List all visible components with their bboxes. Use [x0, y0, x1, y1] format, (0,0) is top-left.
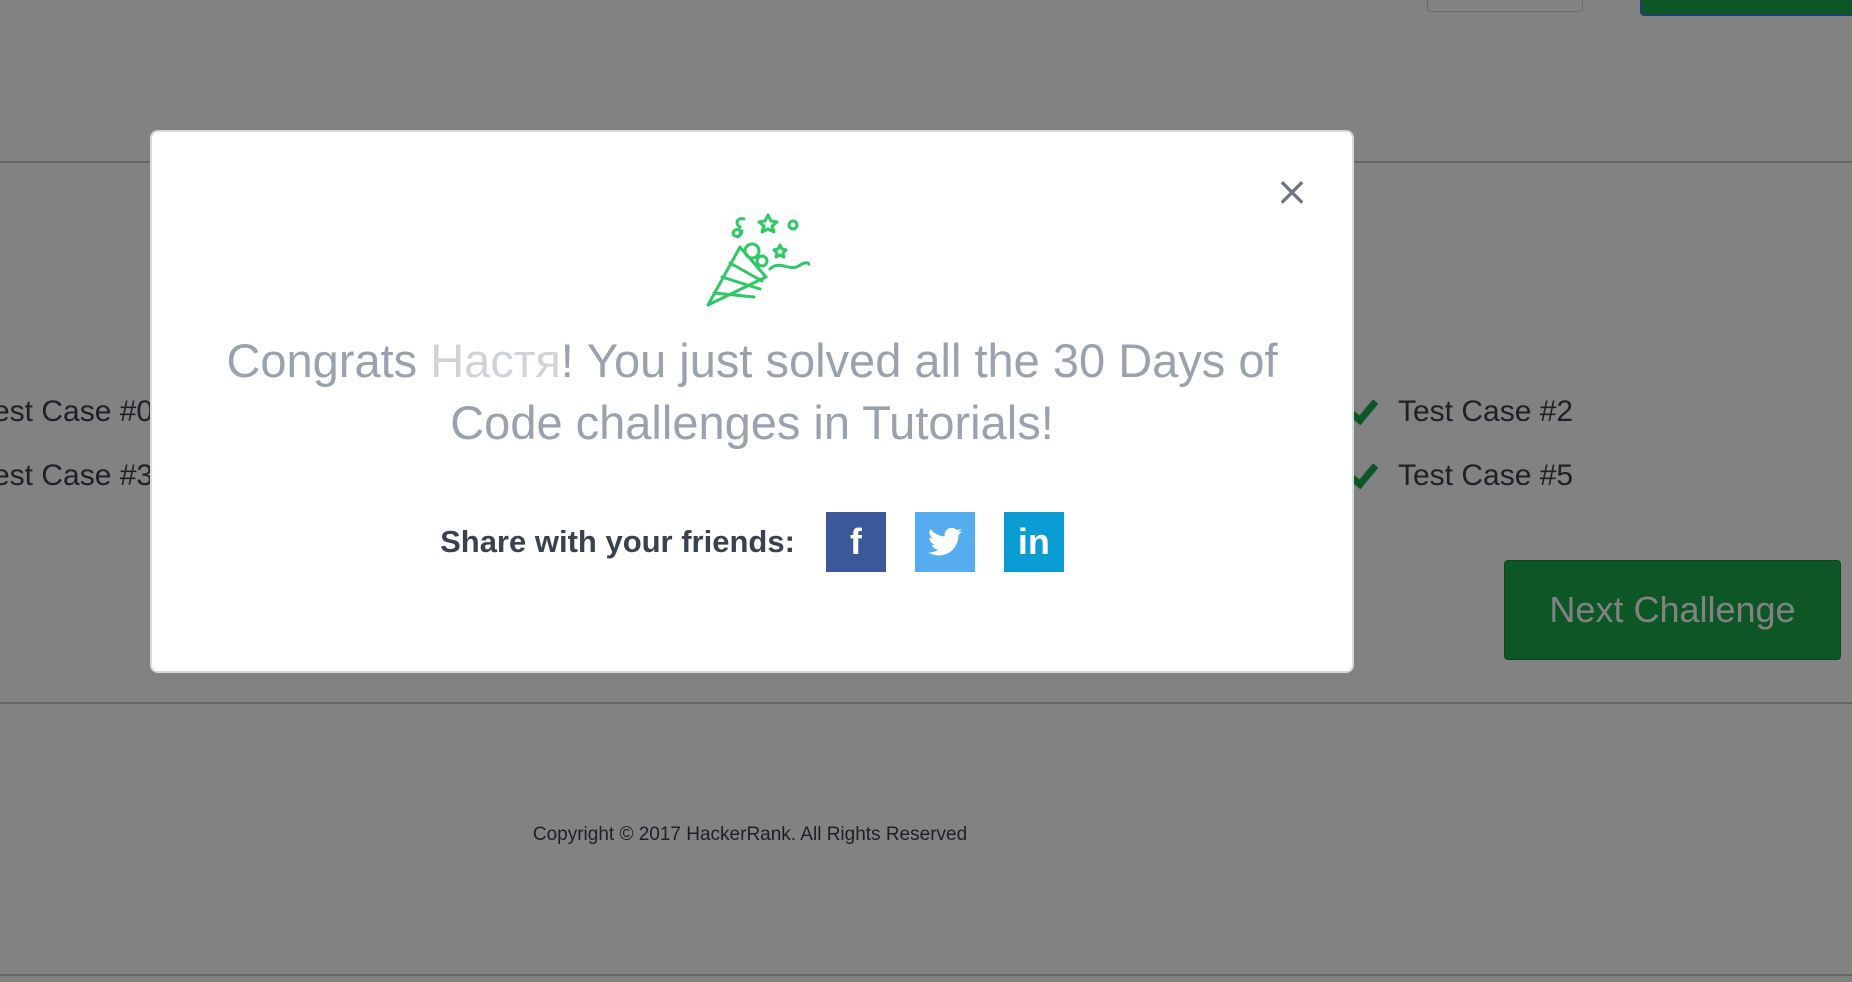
party-popper-icon: [706, 213, 810, 307]
congrats-message: Congrats Настя! You just solved all the …: [192, 330, 1312, 454]
close-icon[interactable]: ×: [1272, 172, 1312, 212]
twitter-icon: [927, 527, 962, 556]
share-linkedin-button[interactable]: in: [1003, 512, 1064, 572]
congrats-prefix: Congrats: [226, 334, 431, 387]
share-facebook-button[interactable]: f: [825, 512, 886, 572]
share-twitter-button[interactable]: [914, 512, 975, 572]
share-row: Share with your friends: f in: [152, 512, 1352, 572]
congrats-suffix: ! You just solved all the 30 Days of Cod…: [450, 334, 1278, 449]
username: Настя: [430, 334, 561, 387]
linkedin-icon: in: [1017, 521, 1050, 562]
share-label: Share with your friends:: [440, 524, 795, 559]
facebook-icon: f: [849, 521, 862, 562]
congrats-modal: × Congrats Настя! You just solved all th…: [150, 130, 1354, 673]
